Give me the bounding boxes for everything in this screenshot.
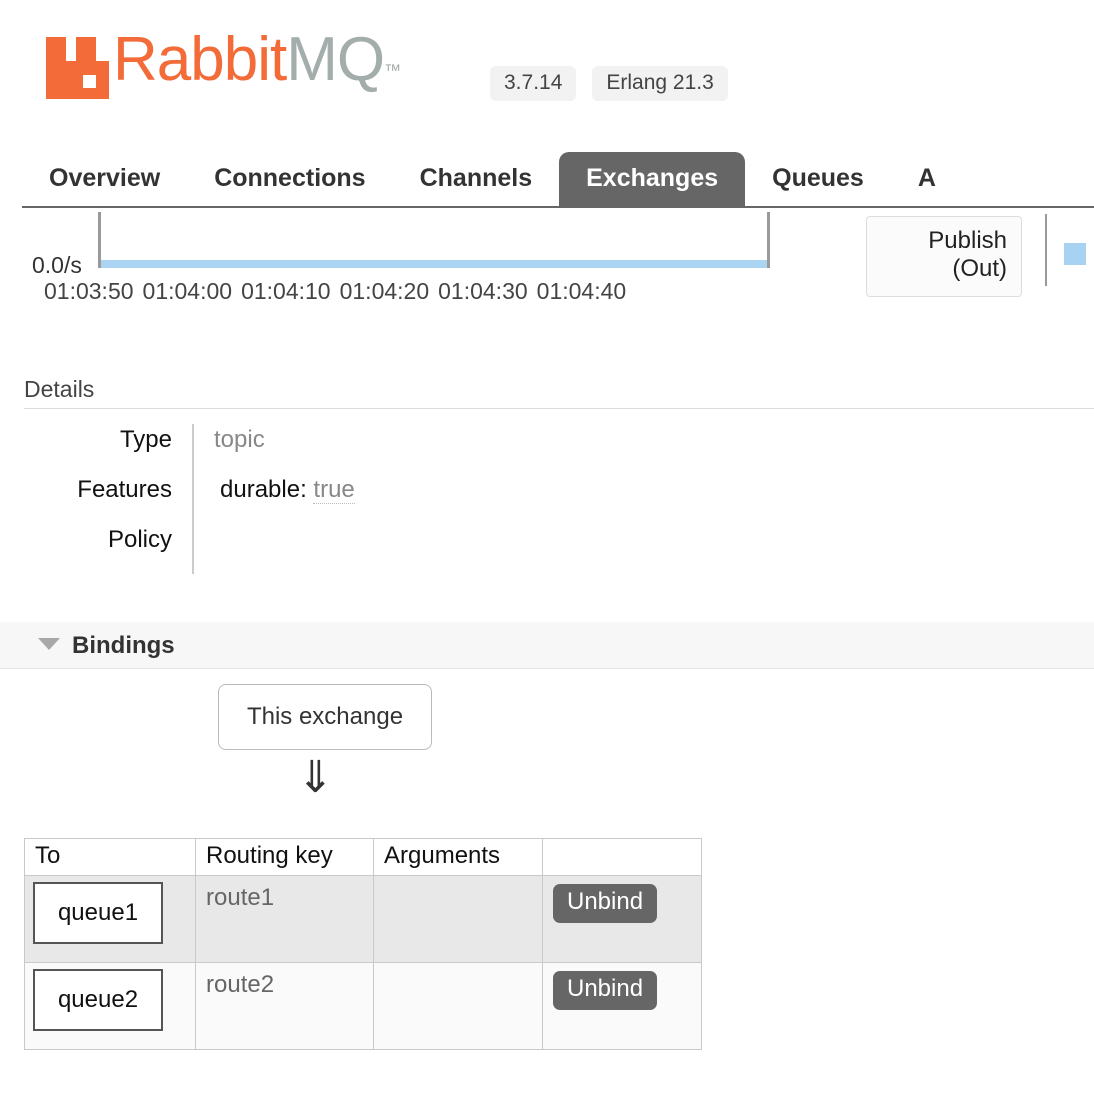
column-header-routing-key: Routing key — [195, 837, 374, 877]
details-section-title: Details — [24, 376, 95, 402]
column-header-to: To — [24, 837, 196, 877]
details-value-policy — [194, 524, 355, 574]
details-label-policy: Policy — [107, 526, 172, 553]
details-row-type: Type topic — [24, 424, 355, 574]
tab-exchanges[interactable]: Exchanges — [559, 152, 746, 206]
bindings-table-header-row: To Routing key Arguments — [24, 837, 702, 877]
x-tick-2: 01:04:10 — [241, 278, 331, 304]
x-tick-1: 01:04:00 — [142, 278, 233, 304]
tab-connections[interactable]: Connections — [187, 152, 392, 206]
details-value-features: durable: true — [194, 474, 355, 524]
x-tick-0: 01:03:50 — [44, 278, 134, 304]
rabbitmq-logo[interactable]: RabbitMQ™ — [46, 26, 401, 99]
unbind-button[interactable]: Unbind — [553, 884, 658, 924]
table-row: queue2 route2 Unbind — [24, 962, 702, 1051]
logo-wordmark: RabbitMQ™ — [113, 29, 401, 102]
legend-color-swatch — [1064, 243, 1086, 265]
binding-arguments-cell — [373, 875, 543, 964]
details-row-policy: Policy — [24, 524, 355, 574]
chart-series-publish-out — [101, 260, 767, 268]
rabbit-ear-left — [46, 37, 66, 63]
rabbitmq-version-badge: 3.7.14 — [490, 66, 577, 101]
binding-arguments-cell — [373, 962, 543, 1051]
erlang-version-badge: Erlang 21.3 — [592, 66, 728, 101]
x-tick-5: 01:04:40 — [536, 278, 627, 304]
binding-routing-key-cell: route2 — [195, 962, 374, 1051]
tab-overview[interactable]: Overview — [22, 152, 187, 206]
column-header-action — [542, 837, 702, 877]
feature-value-durable: true — [313, 476, 355, 504]
chart-x-axis-ticks: 01:03:50 01:04:00 01:04:10 01:04:20 01:04:30… — [44, 278, 626, 305]
rabbit-ear-right — [76, 37, 96, 63]
logo-word-mq: MQ — [286, 25, 385, 94]
column-header-arguments: Arguments — [373, 837, 543, 877]
feature-key-durable: durable: — [220, 476, 307, 503]
binding-action-cell: Unbind — [542, 962, 702, 1051]
this-exchange-node: This exchange — [218, 684, 432, 750]
binding-to-cell: queue2 — [24, 962, 196, 1051]
bindings-section-title: Bindings — [72, 632, 175, 659]
tab-admin[interactable]: A — [891, 152, 963, 206]
unbind-button[interactable]: Unbind — [553, 971, 658, 1011]
table-row: queue1 route1 Unbind — [24, 875, 702, 964]
logo-trademark: ™ — [384, 61, 402, 80]
chart-y-axis-label: 0.0/s — [32, 252, 82, 278]
bindings-section-header[interactable]: Bindings — [0, 622, 1094, 669]
legend-label-line2: (Out) — [952, 255, 1007, 283]
chart-legend-publish-out[interactable]: Publish (Out) — [866, 216, 1022, 297]
details-label-features: Features — [77, 476, 172, 503]
x-tick-4: 01:04:30 — [438, 278, 528, 304]
binding-routing-key-cell: route1 — [195, 875, 374, 964]
page-header: RabbitMQ™ 3.7.14 Erlang 21.3 — [0, 0, 1094, 140]
main-navigation: Overview Connections Channels Exchanges … — [0, 147, 1094, 206]
double-down-arrow-icon: ⇓ — [297, 752, 334, 803]
details-row-features: Features durable: true — [24, 474, 355, 524]
details-value-type: topic — [214, 426, 265, 453]
chart-top-rule — [22, 206, 1094, 208]
legend-divider — [1045, 214, 1047, 286]
logo-word-rabbit: Rabbit — [113, 25, 287, 94]
binding-to-cell: queue1 — [24, 875, 196, 964]
tab-queues[interactable]: Queues — [745, 152, 891, 206]
rabbit-head — [46, 61, 109, 99]
details-divider — [24, 408, 1094, 409]
version-badges: 3.7.14 Erlang 21.3 — [490, 66, 728, 101]
rabbit-logo-icon — [46, 37, 109, 99]
legend-label-line1: Publish — [928, 227, 1007, 254]
rabbit-eye — [83, 75, 96, 88]
details-label-type: Type — [119, 426, 172, 453]
chart-plot-area — [98, 212, 770, 268]
binding-action-cell: Unbind — [542, 875, 702, 964]
queue-link-queue1[interactable]: queue1 — [33, 882, 163, 945]
details-table: Type topic Features durable: true Policy — [24, 424, 624, 574]
tab-channels[interactable]: Channels — [393, 152, 560, 206]
bindings-table: To Routing key Arguments queue1 route1 U… — [24, 837, 702, 1051]
nav-tab-list: Overview Connections Channels Exchanges … — [22, 147, 963, 206]
queue-link-queue2[interactable]: queue2 — [33, 969, 163, 1032]
x-tick-3: 01:04:20 — [339, 278, 430, 304]
chevron-down-icon[interactable] — [38, 638, 60, 650]
